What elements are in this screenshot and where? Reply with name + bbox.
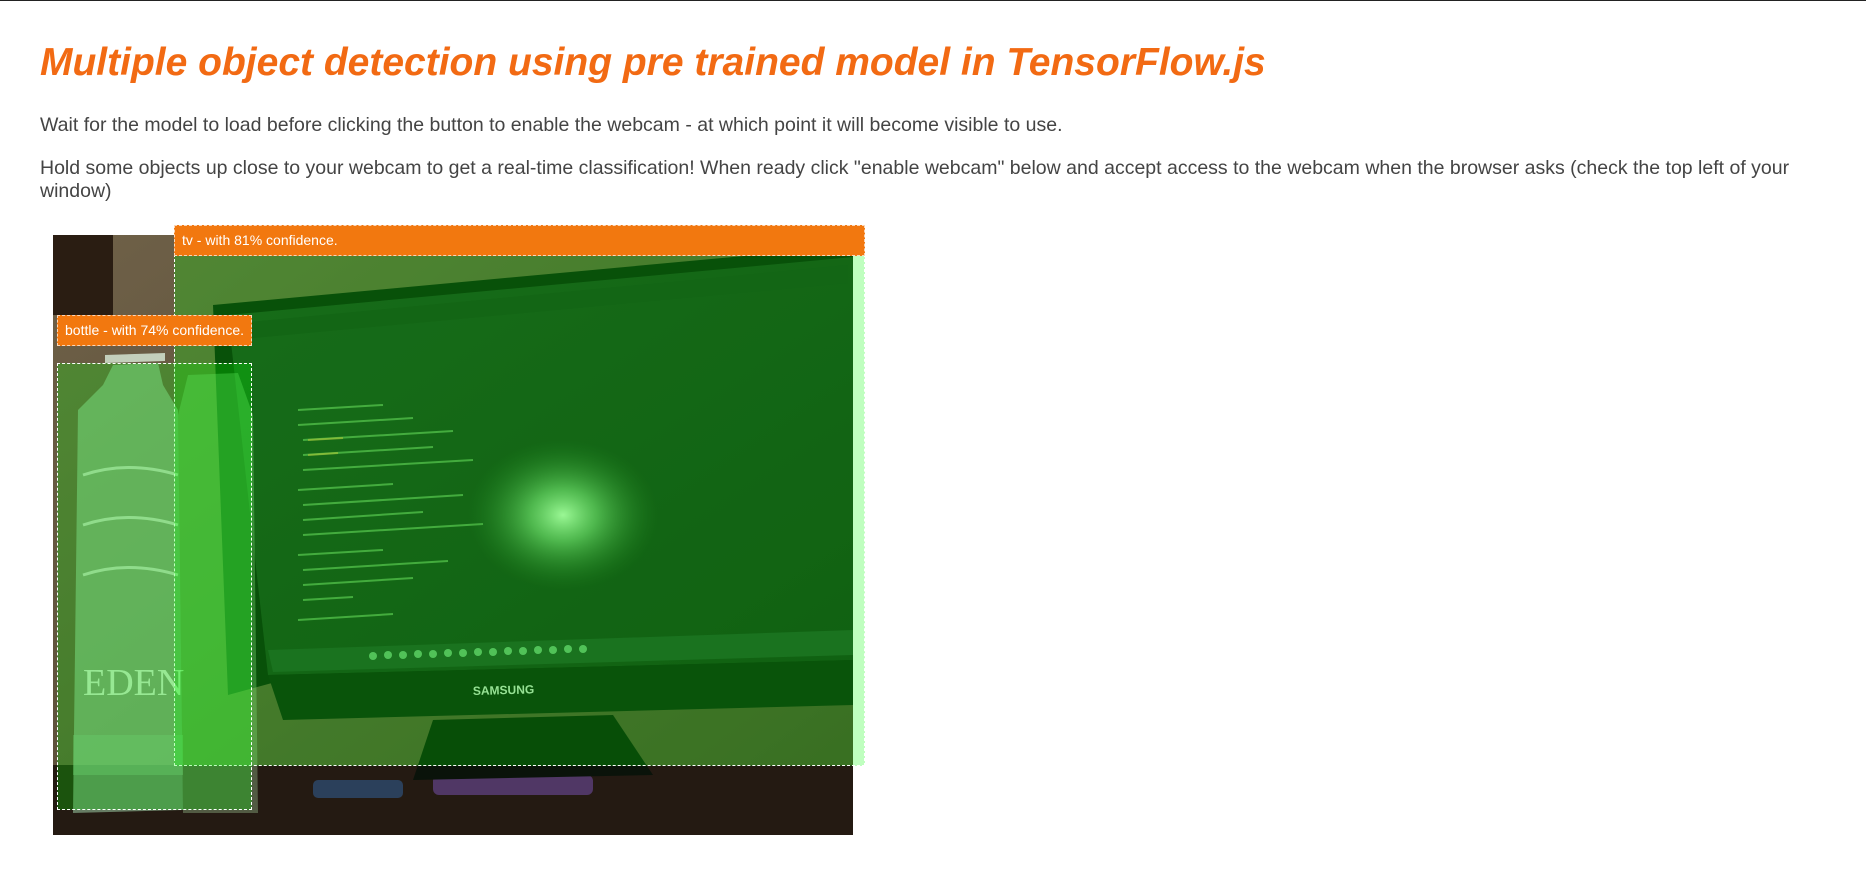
dark-corner xyxy=(53,235,113,315)
instructions-text: Hold some objects up close to your webca… xyxy=(40,157,1790,202)
desk-object-2 xyxy=(313,780,403,798)
detection-box-tv xyxy=(174,254,865,766)
intro-text: Wait for the model to load before clicki… xyxy=(40,114,1063,136)
page-title: Multiple object detection using pre trai… xyxy=(40,41,1266,84)
detection-demo: SAMSUNG EDEN tv - with 81% confidence. b… xyxy=(53,225,865,835)
detection-box-bottle xyxy=(57,363,252,810)
detection-label-tv: tv - with 81% confidence. xyxy=(174,225,865,256)
detection-label-bottle: bottle - with 74% confidence. xyxy=(57,315,252,346)
